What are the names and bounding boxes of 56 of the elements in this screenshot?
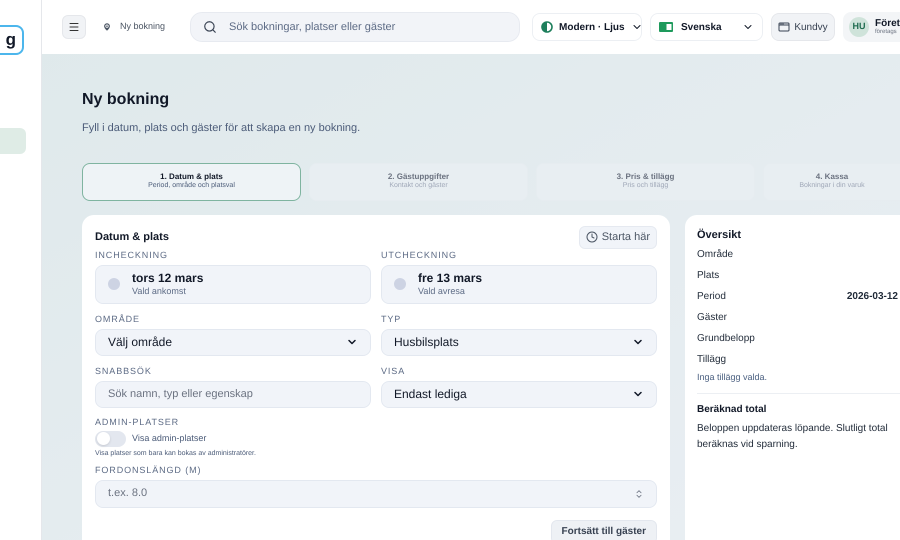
overview-label: Tillägg (697, 352, 726, 366)
card-title: Datum & plats (95, 230, 169, 245)
continue-button[interactable]: Fortsätt till gäster (550, 520, 657, 540)
field-label: ADMIN-PLATSER (95, 418, 180, 426)
vehicle-length-field[interactable]: t.ex. 8.0 (95, 480, 657, 508)
nav-item[interactable]: g (0, 25, 24, 55)
field-label: SNABBSÖK (95, 366, 153, 376)
breadcrumb[interactable]: Ny bokning (120, 20, 182, 34)
date-value: fre 13 mars (418, 270, 482, 286)
select-field[interactable]: Endast lediga (381, 380, 657, 408)
select-field[interactable]: Husbilsplats (381, 328, 657, 356)
quick-search-field[interactable]: Sök namn, typ eller egenskap (95, 380, 371, 408)
search-field[interactable]: Sök bokningar, platser eller gäster (190, 12, 520, 42)
vehicle-length-input[interactable]: t.ex. 8.0 (108, 485, 634, 502)
overview-value: 2026-03-12 (846, 290, 898, 304)
customer-view-button[interactable]: Kundvy (771, 13, 835, 41)
total-title: Beräknad total (697, 402, 768, 416)
menu-button[interactable] (62, 15, 86, 39)
language-icon (659, 22, 673, 32)
date-note: Vald avresa (418, 286, 466, 298)
toggle-switch[interactable] (95, 430, 126, 446)
profile-name: Föret (875, 19, 900, 29)
date-field[interactable]: tors 12 mars Vald ankomst (95, 264, 371, 304)
total-text: Beloppen uppdateras löpande. Slutligt total beräknas vid sparning. (697, 422, 889, 452)
overview-note: Inga tillägg valda. (697, 371, 768, 384)
field-label: INCHECKNING (95, 250, 169, 260)
location-icon (102, 22, 112, 32)
theme-dropdown[interactable]: Modern · Ljus (532, 13, 642, 41)
field-label: FORDONSLÄNGD (M) (95, 466, 202, 474)
spinner-icon (634, 488, 644, 498)
search-input[interactable]: Sök bokningar, platser eller gäster (229, 18, 507, 36)
overview-label: Område (697, 248, 734, 262)
date-value: tors 12 mars (132, 270, 204, 286)
toggle-label: Visa admin-platser (132, 432, 206, 445)
field-label: UTCHECKNING (381, 250, 458, 260)
overview-label: Plats (697, 268, 720, 282)
start-button[interactable]: Starta här (578, 226, 657, 248)
select-field[interactable]: Välj område (95, 328, 371, 356)
contrast-icon (541, 21, 553, 33)
field-label: OMRÅDE (95, 314, 141, 324)
overview-label: Grundbelopp (697, 332, 755, 346)
date-field[interactable]: fre 13 mars Vald avresa (381, 264, 657, 304)
overview-title: Översikt (697, 228, 742, 242)
overview-label: Gäster (697, 310, 728, 324)
menu-icon (68, 21, 80, 33)
clock-icon (586, 231, 598, 243)
avatar: HU (849, 17, 869, 37)
overview-label: Period (697, 290, 726, 304)
search-icon (203, 20, 217, 34)
page-title: Ny bokning (82, 90, 170, 110)
language-dropdown[interactable]: Svenska (650, 13, 763, 41)
field-label: VISA (381, 366, 406, 376)
window-icon (778, 21, 790, 33)
field-label: TYP (381, 314, 402, 324)
date-note: Vald ankomst (132, 286, 187, 298)
page-subtitle: Fyll i datum, plats och gäster för att skapa en ny bokning. (82, 121, 362, 136)
